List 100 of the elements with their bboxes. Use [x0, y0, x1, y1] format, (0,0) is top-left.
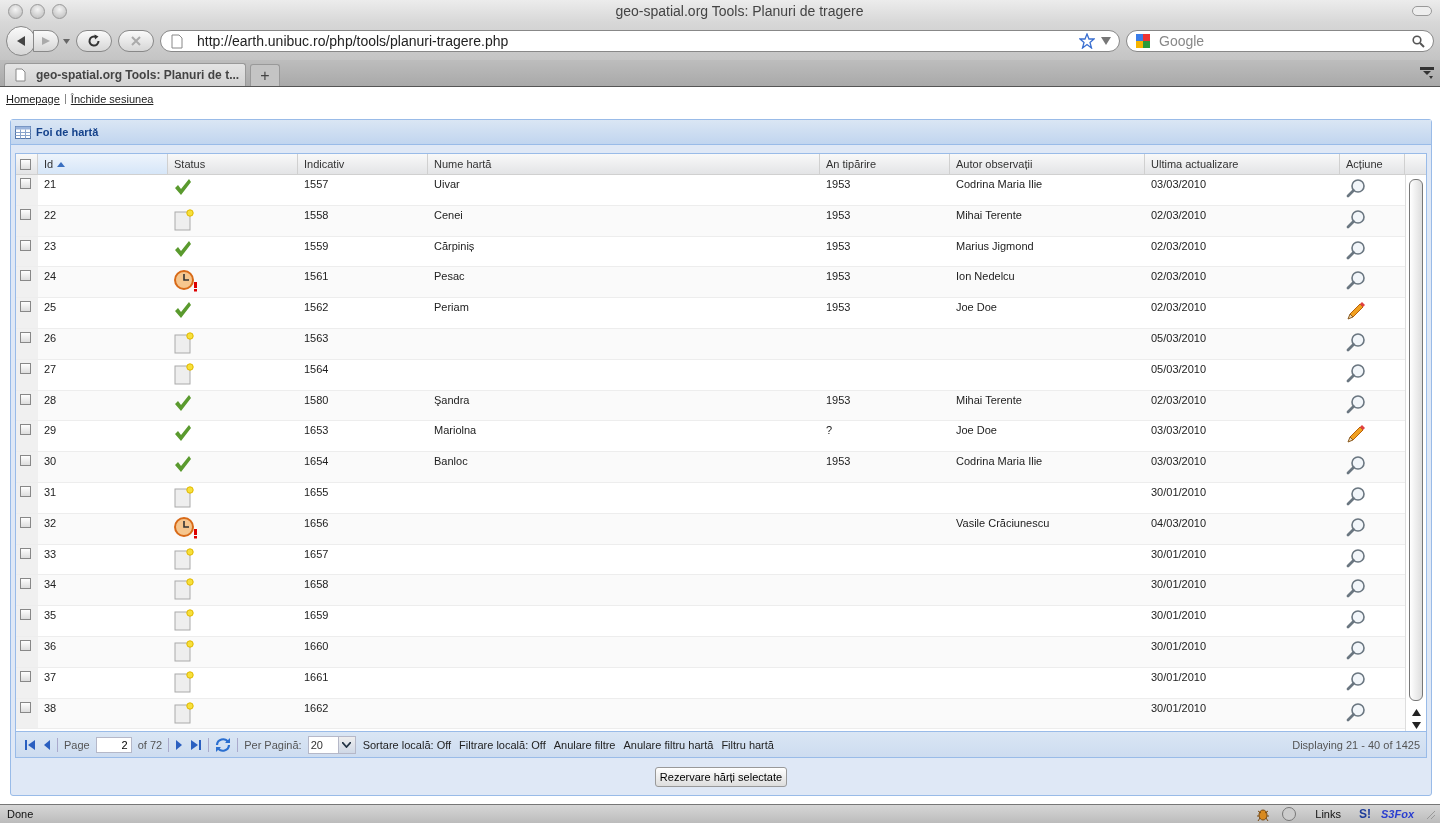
row-checkbox[interactable]	[20, 516, 31, 528]
row-checkbox[interactable]	[20, 639, 31, 651]
column-header[interactable]: An tipărire	[820, 154, 950, 174]
page-input[interactable]: 2	[95, 736, 132, 753]
logout-link[interactable]: Închide sesiunea	[70, 93, 154, 105]
magnifier-icon[interactable]	[1346, 701, 1366, 722]
dropdown-icon[interactable]	[1101, 37, 1111, 45]
toolbar-button[interactable]: Filtru hartă	[720, 738, 775, 751]
table-cell: 1557	[304, 178, 329, 190]
column-header[interactable]: Nume hartă	[428, 154, 820, 174]
toolbar-button[interactable]: Anulare filtre	[552, 738, 617, 751]
homepage-link[interactable]: Homepage	[6, 93, 60, 105]
table-cell: 32	[44, 516, 57, 529]
browser-tab[interactable]: geo-spatial.org Tools: Planuri de t...	[4, 63, 246, 86]
table-cell: Ion Nedelcu	[956, 270, 1015, 283]
new-tab-button[interactable]: +	[250, 64, 280, 86]
history-dropdown-icon[interactable]	[63, 38, 70, 44]
row-checkbox[interactable]	[20, 424, 31, 436]
row-checkbox[interactable]	[20, 208, 31, 220]
tab-list-icon[interactable]	[1420, 67, 1434, 79]
table-cell: 1953	[826, 455, 851, 468]
magnifier-icon[interactable]	[1346, 609, 1366, 630]
last-page-icon[interactable]	[190, 738, 203, 751]
magnifier-icon[interactable]	[1346, 455, 1366, 476]
row-checkbox[interactable]	[20, 455, 31, 467]
toolbar-button[interactable]: Anulare filtru hartă	[622, 738, 715, 751]
table-cell: 30/01/2010	[1151, 701, 1207, 714]
table-cell: 30/01/2010	[1151, 609, 1207, 622]
row-checkbox[interactable]	[20, 332, 31, 343]
magnifier-icon[interactable]	[1346, 208, 1366, 229]
table-cell: 1559	[304, 239, 329, 252]
row-checkbox[interactable]	[20, 547, 31, 559]
table-cell: 34	[44, 578, 57, 591]
scroll-down-icon[interactable]	[1411, 722, 1421, 729]
s3fox-button[interactable]: S3Fox	[1381, 808, 1414, 820]
scrollbar[interactable]	[1405, 175, 1426, 731]
refresh-icon[interactable]	[215, 736, 232, 753]
table-cell: 1656	[304, 516, 329, 529]
extension-icon[interactable]	[1281, 806, 1298, 822]
magnifier-icon[interactable]	[1346, 670, 1366, 691]
table-cell: Periam	[434, 301, 469, 314]
column-header[interactable]: Status	[168, 154, 298, 174]
back-button[interactable]	[6, 26, 36, 56]
previous-page-icon[interactable]	[42, 738, 51, 751]
table-cell: Uivar	[434, 178, 460, 190]
search-engine-icon[interactable]	[1135, 33, 1151, 49]
extension-button[interactable]: S!	[1359, 807, 1371, 821]
row-checkbox[interactable]	[20, 270, 31, 282]
row-checkbox[interactable]	[20, 578, 31, 590]
row-checkbox[interactable]	[20, 485, 31, 497]
row-checkbox[interactable]	[20, 362, 31, 374]
magnifier-icon[interactable]	[1346, 362, 1366, 383]
address-bar[interactable]: http://earth.unibuc.ro/php/tools/planuri-tragere.php	[160, 30, 1120, 52]
per-page-dropdown[interactable]: 20	[307, 735, 356, 754]
toolbar-button[interactable]: Sortare locală: Off	[361, 738, 453, 751]
select-all-checkbox[interactable]	[20, 158, 31, 170]
pencil-icon[interactable]	[1346, 301, 1366, 322]
first-page-icon[interactable]	[24, 738, 36, 751]
toolbar-button[interactable]: Filtrare locală: Off	[458, 738, 547, 751]
table-cell: 1655	[304, 485, 329, 498]
magnifier-icon[interactable]	[1346, 393, 1366, 414]
table-cell: Şandra	[434, 393, 470, 406]
star-icon[interactable]	[1079, 33, 1095, 49]
pencil-icon[interactable]	[1346, 424, 1366, 445]
search-field[interactable]: Google	[1157, 32, 1406, 50]
row-checkbox[interactable]	[20, 178, 31, 189]
magnifier-icon[interactable]	[1346, 270, 1366, 291]
magnifier-icon[interactable]	[1346, 485, 1366, 506]
magnifier-icon[interactable]	[1346, 547, 1366, 568]
row-checkbox[interactable]	[20, 609, 31, 621]
search-icon[interactable]	[1412, 34, 1425, 48]
table-cell: 1654	[304, 455, 329, 468]
magnifier-icon[interactable]	[1346, 332, 1366, 352]
links-button[interactable]: Links	[1315, 808, 1341, 820]
magnifier-icon[interactable]	[1346, 639, 1366, 660]
column-header[interactable]: Id	[38, 154, 168, 174]
scroll-up-icon[interactable]	[1411, 709, 1421, 716]
search-bar[interactable]: Google	[1126, 30, 1434, 52]
row-checkbox[interactable]	[20, 239, 31, 251]
reserve-button[interactable]: Rezervare hărți selectate	[654, 767, 788, 787]
page-count: of 72	[137, 738, 163, 751]
toolbar-toggle-button[interactable]	[1412, 6, 1432, 16]
row-checkbox[interactable]	[20, 701, 31, 713]
column-header[interactable]: Ultima actualizare	[1145, 154, 1340, 174]
magnifier-icon[interactable]	[1346, 239, 1366, 260]
row-checkbox[interactable]	[20, 393, 31, 405]
magnifier-icon[interactable]	[1346, 578, 1366, 599]
status-text: Done	[7, 808, 34, 820]
bug-icon[interactable]	[1255, 806, 1272, 822]
column-header[interactable]: Indicativ	[298, 154, 428, 174]
row-checkbox[interactable]	[20, 670, 31, 682]
column-header[interactable]: Autor observații	[950, 154, 1145, 174]
column-header[interactable]: Acțiune	[1340, 154, 1405, 174]
magnifier-icon[interactable]	[1346, 178, 1366, 198]
magnifier-icon[interactable]	[1346, 516, 1366, 537]
row-checkbox[interactable]	[20, 301, 31, 313]
resize-grip-icon[interactable]	[1424, 808, 1436, 820]
table-cell: 1659	[304, 609, 329, 622]
reload-button[interactable]	[76, 30, 112, 52]
stop-button[interactable]	[118, 30, 154, 52]
